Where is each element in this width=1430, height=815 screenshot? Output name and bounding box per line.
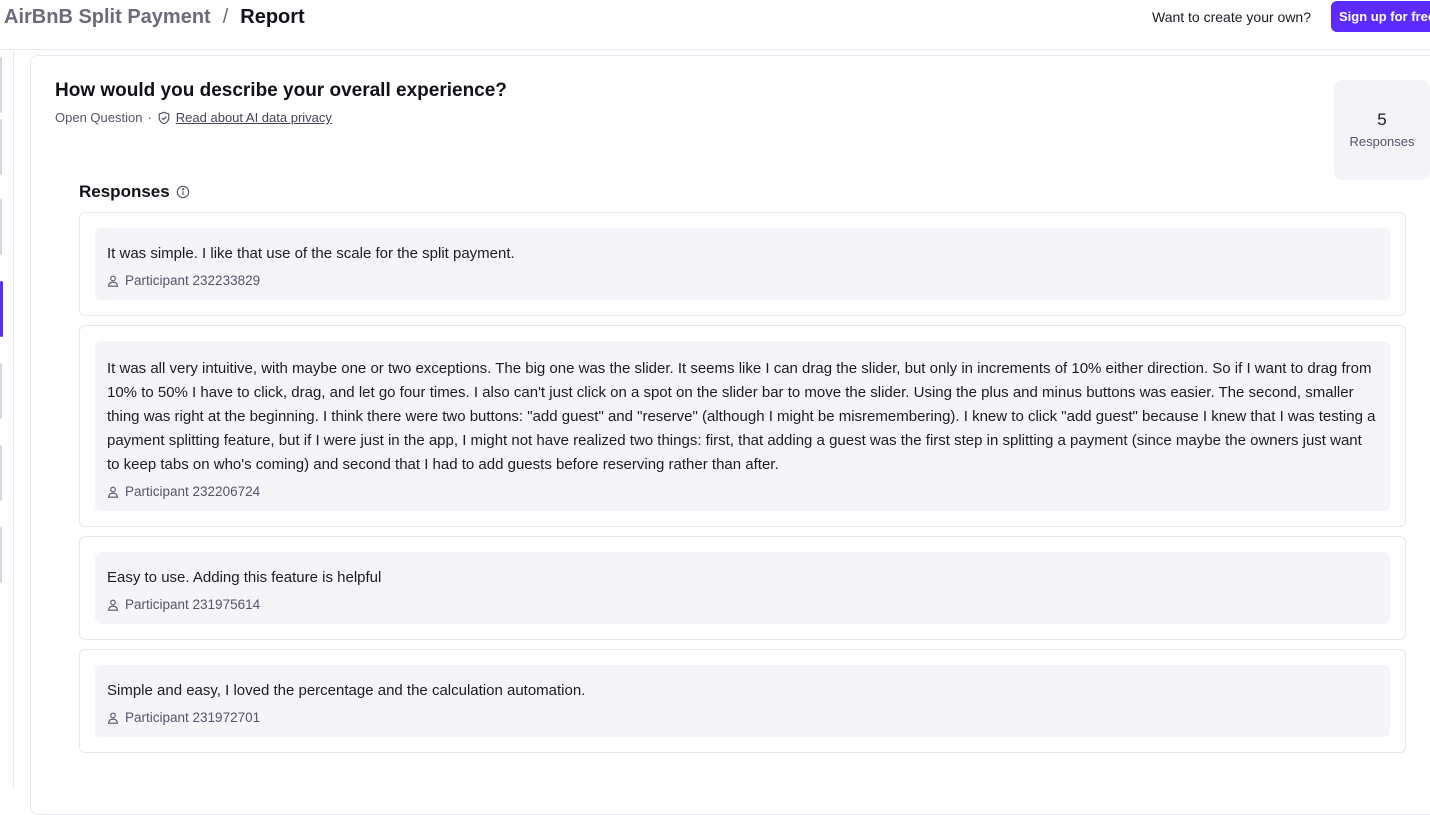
privacy-link[interactable]: Read about AI data privacy	[176, 110, 332, 125]
create-own-prompt: Want to create your own?	[1152, 9, 1312, 25]
response-author: Participant 232206724	[107, 484, 1378, 499]
responses-title: Responses	[79, 182, 170, 201]
response-author: Participant 231975614	[107, 597, 1378, 612]
shield-icon	[158, 111, 170, 124]
response-body: It was simple. I like that use of the sc…	[95, 228, 1390, 300]
rail-item[interactable]	[0, 119, 2, 175]
question-type: Open Question	[55, 110, 143, 125]
response-card: Easy to use. Adding this feature is help…	[79, 536, 1406, 640]
response-text: It was all very intuitive, with maybe on…	[107, 360, 1376, 473]
participant-id: Participant 231972701	[125, 710, 261, 725]
signup-button[interactable]: Sign up for free	[1331, 1, 1430, 32]
person-icon	[107, 486, 119, 498]
response-author: Participant 232233829	[107, 273, 1378, 288]
left-rail	[0, 51, 14, 788]
responses-count-label: Responses	[1349, 134, 1415, 149]
response-card: It was simple. I like that use of the sc…	[79, 212, 1406, 316]
rail-item[interactable]	[0, 527, 2, 583]
response-text: Simple and easy, I loved the percentage …	[107, 682, 586, 699]
response-body: Easy to use. Adding this feature is help…	[95, 552, 1390, 624]
response-text: Easy to use. Adding this feature is help…	[107, 569, 382, 586]
info-icon[interactable]	[176, 185, 190, 199]
top-bar: AirBnB Split Payment / Report Want to crea…	[0, 0, 1430, 50]
response-author: Participant 231972701	[107, 710, 1378, 725]
rail-item-active[interactable]	[0, 281, 3, 337]
response-card: It was all very intuitive, with maybe on…	[79, 325, 1406, 527]
question-title: How would you describe your overall expe…	[55, 80, 507, 101]
meta-separator: ·	[147, 110, 152, 125]
responses-heading: Responses	[79, 182, 190, 202]
responses-list: It was simple. I like that use of the sc…	[79, 212, 1406, 762]
person-icon	[107, 712, 119, 724]
page-title: Report	[240, 6, 305, 28]
participant-id: Participant 232233829	[125, 273, 261, 288]
participant-id: Participant 231975614	[125, 597, 261, 612]
responses-count: 5	[1377, 110, 1387, 129]
person-icon	[107, 275, 119, 287]
rail-item[interactable]	[0, 199, 2, 255]
question-card: How would you describe your overall expe…	[30, 55, 1430, 815]
participant-id: Participant 232206724	[125, 484, 261, 499]
response-card: Simple and easy, I loved the percentage …	[79, 649, 1406, 753]
rail-item[interactable]	[0, 57, 2, 113]
person-icon	[107, 599, 119, 611]
response-body: Simple and easy, I loved the percentage …	[95, 665, 1390, 737]
rail-item[interactable]	[0, 445, 2, 501]
responses-count-box: 5 Responses	[1334, 80, 1430, 180]
question-meta: Open Question · Read about AI data priva…	[55, 110, 332, 125]
breadcrumb: AirBnB Split Payment / Report	[4, 4, 305, 30]
response-text: It was simple. I like that use of the sc…	[107, 245, 515, 262]
breadcrumb-project[interactable]: AirBnB Split Payment	[4, 6, 211, 28]
rail-item[interactable]	[0, 363, 2, 419]
breadcrumb-separator: /	[222, 6, 229, 28]
response-body: It was all very intuitive, with maybe on…	[95, 341, 1390, 511]
